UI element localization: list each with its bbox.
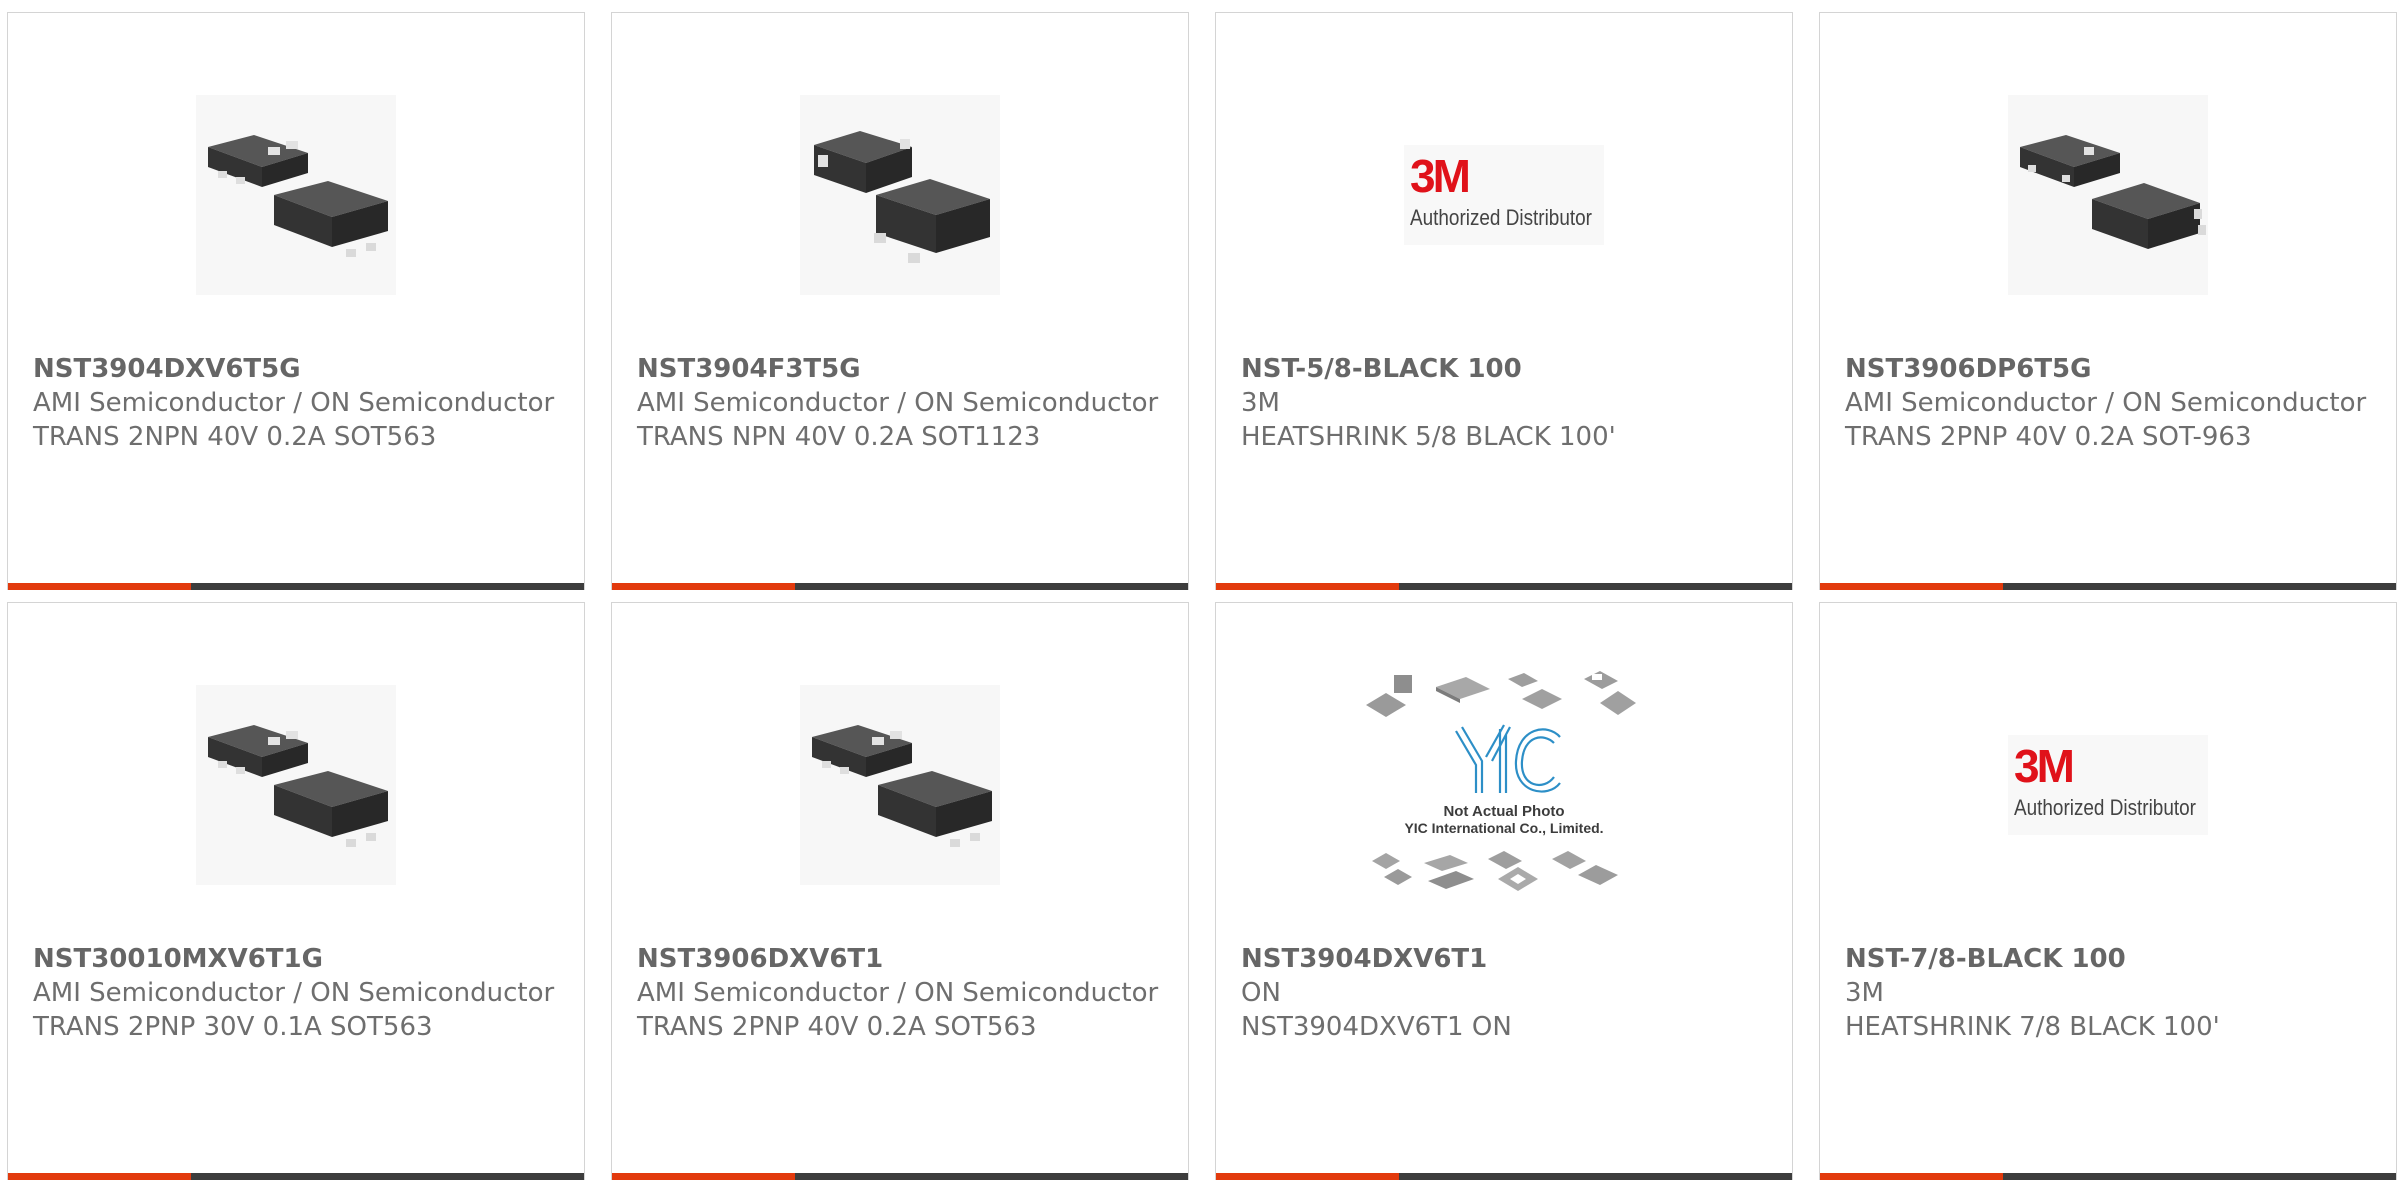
- product-card[interactable]: 3M Authorized Distributor NST-7/8-BLACK …: [1819, 602, 2397, 1180]
- card-accent-bar: [612, 1173, 1188, 1180]
- part-number[interactable]: NST3906DXV6T1: [637, 942, 1168, 976]
- product-description: TRANS 2PNP 30V 0.1A SOT563: [33, 1012, 433, 1042]
- card-accent-bar: [612, 583, 1188, 590]
- product-description: HEATSHRINK 5/8 BLACK 100': [1241, 422, 1616, 452]
- product-card[interactable]: NST3904F3T5G AMI Semiconductor / ON Semi…: [611, 12, 1189, 590]
- product-grid: NST3904DXV6T5G AMI Semiconductor / ON Se…: [7, 12, 2397, 1180]
- card-accent-bar: [8, 583, 584, 590]
- part-number[interactable]: NST3904DXV6T1: [1241, 942, 1772, 976]
- product-info: NST-7/8-BLACK 100 3M HEATSHRINK 7/8 BLAC…: [1845, 942, 2376, 1044]
- part-number[interactable]: NST3906DP6T5G: [1845, 352, 2376, 386]
- product-info: NST3904F3T5G AMI Semiconductor / ON Semi…: [637, 352, 1168, 454]
- part-number[interactable]: NST-7/8-BLACK 100: [1845, 942, 2376, 976]
- yic-placeholder-icon: Not Actual Photo YIC International Co., …: [1364, 665, 1644, 905]
- product-description: TRANS 2PNP 40V 0.2A SOT563: [637, 1012, 1037, 1042]
- card-accent-bar: [1820, 1173, 2396, 1180]
- placeholder-line-1: Not Actual Photo: [1443, 803, 1564, 820]
- sot1123-package-icon: [800, 95, 1000, 295]
- placeholder-line-2: YIC International Co., Limited.: [1404, 820, 1603, 836]
- sot563-package-icon: [196, 95, 396, 295]
- part-number[interactable]: NST3904F3T5G: [637, 352, 1168, 386]
- card-accent-bar: [1216, 1173, 1792, 1180]
- part-number[interactable]: NST-5/8-BLACK 100: [1241, 352, 1772, 386]
- product-image[interactable]: 3M Authorized Distributor: [1216, 75, 1792, 315]
- product-info: NST3904DXV6T1 ON NST3904DXV6T1 ON: [1241, 942, 1772, 1044]
- product-info: NST3906DP6T5G AMI Semiconductor / ON Sem…: [1845, 352, 2376, 454]
- part-number[interactable]: NST30010MXV6T1G: [33, 942, 564, 976]
- product-description: NST3904DXV6T1 ON: [1241, 1012, 1512, 1042]
- product-info: NST30010MXV6T1G AMI Semiconductor / ON S…: [33, 942, 564, 1044]
- manufacturer-name: ON: [1241, 978, 1281, 1008]
- manufacturer-name: AMI Semiconductor / ON Semiconductor: [637, 978, 1159, 1008]
- product-card[interactable]: Not Actual Photo YIC International Co., …: [1215, 602, 1793, 1180]
- 3m-logo-icon: 3M Authorized Distributor: [2008, 735, 2208, 835]
- product-image[interactable]: [8, 665, 584, 905]
- 3m-logo-icon: 3M Authorized Distributor: [1404, 145, 1604, 245]
- product-image[interactable]: [8, 75, 584, 315]
- manufacturer-name: AMI Semiconductor / ON Semiconductor: [1845, 388, 2367, 418]
- sot963-package-icon: [2008, 95, 2208, 295]
- part-number[interactable]: NST3904DXV6T5G: [33, 352, 564, 386]
- manufacturer-name: AMI Semiconductor / ON Semiconductor: [637, 388, 1159, 418]
- product-info: NST-5/8-BLACK 100 3M HEATSHRINK 5/8 BLAC…: [1241, 352, 1772, 454]
- product-description: TRANS 2PNP 40V 0.2A SOT-963: [1845, 422, 2252, 452]
- logo-3m-text: 3M: [2014, 740, 2075, 792]
- sot563-package-icon: [800, 685, 1000, 885]
- product-image[interactable]: [1820, 75, 2396, 315]
- manufacturer-name: AMI Semiconductor / ON Semiconductor: [33, 978, 555, 1008]
- manufacturer-name: AMI Semiconductor / ON Semiconductor: [33, 388, 555, 418]
- product-image[interactable]: Not Actual Photo YIC International Co., …: [1216, 665, 1792, 905]
- product-description: TRANS NPN 40V 0.2A SOT1123: [637, 422, 1041, 452]
- product-description: HEATSHRINK 7/8 BLACK 100': [1845, 1012, 2220, 1042]
- product-card[interactable]: NST3906DXV6T1 AMI Semiconductor / ON Sem…: [611, 602, 1189, 1180]
- product-image[interactable]: [612, 665, 1188, 905]
- product-info: NST3904DXV6T5G AMI Semiconductor / ON Se…: [33, 352, 564, 454]
- manufacturer-name: 3M: [1845, 978, 1884, 1008]
- logo-3m-text: 3M: [1410, 150, 1471, 202]
- product-card[interactable]: NST3906DP6T5G AMI Semiconductor / ON Sem…: [1819, 12, 2397, 590]
- product-info: NST3906DXV6T1 AMI Semiconductor / ON Sem…: [637, 942, 1168, 1044]
- product-card[interactable]: NST30010MXV6T1G AMI Semiconductor / ON S…: [7, 602, 585, 1180]
- product-image[interactable]: 3M Authorized Distributor: [1820, 665, 2396, 905]
- product-image[interactable]: [612, 75, 1188, 315]
- card-accent-bar: [8, 1173, 584, 1180]
- logo-subtext: Authorized Distributor: [2014, 795, 2196, 820]
- card-accent-bar: [1216, 583, 1792, 590]
- product-description: TRANS 2NPN 40V 0.2A SOT563: [33, 422, 437, 452]
- product-card[interactable]: NST3904DXV6T5G AMI Semiconductor / ON Se…: [7, 12, 585, 590]
- card-accent-bar: [1820, 583, 2396, 590]
- manufacturer-name: 3M: [1241, 388, 1280, 418]
- logo-subtext: Authorized Distributor: [1410, 205, 1592, 230]
- product-card[interactable]: 3M Authorized Distributor NST-5/8-BLACK …: [1215, 12, 1793, 590]
- sot563-package-icon: [196, 685, 396, 885]
